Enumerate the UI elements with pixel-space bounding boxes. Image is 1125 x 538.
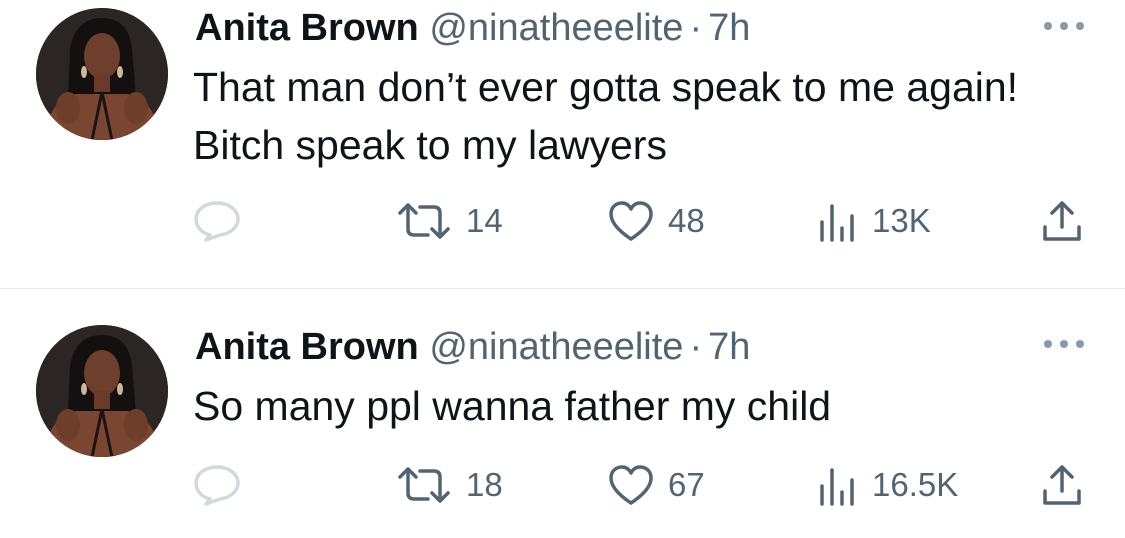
reply-button[interactable]: [192, 460, 242, 510]
tweet-actions: 18 67 16.5K: [0, 460, 1125, 510]
like-count: 48: [668, 202, 705, 239]
like-button[interactable]: 67: [608, 460, 705, 510]
views-count: 13K: [872, 202, 931, 239]
tweet-text: That man don’t ever gotta speak to me ag…: [193, 64, 1019, 168]
author-handle[interactable]: @ninatheeelite: [429, 326, 683, 368]
avatar[interactable]: [36, 8, 168, 140]
tweet-time[interactable]: 7h: [708, 7, 750, 49]
separator-dot: ·: [689, 326, 703, 368]
reply-icon: [194, 465, 240, 506]
avatar-photo: [36, 325, 168, 457]
author-handle[interactable]: @ninatheeelite: [429, 7, 683, 49]
retweet-count: 18: [466, 466, 503, 503]
retweet-button[interactable]: 14: [396, 196, 503, 246]
retweet-icon: [398, 203, 450, 239]
tweet-text: So many ppl wanna father my child: [193, 383, 832, 429]
retweet-count: 14: [466, 202, 503, 239]
like-count: 67: [668, 466, 705, 503]
views-button[interactable]: 13K: [818, 196, 931, 246]
views-count: 16.5K: [872, 466, 959, 503]
tweet-actions: 14 48 13K: [0, 196, 1125, 246]
views-icon: [820, 204, 854, 242]
tweet[interactable]: Anita Brown @ninatheeelite · 7h That man d…: [0, 0, 1125, 288]
share-button[interactable]: [1040, 196, 1084, 246]
tweet-header: Anita Brown @ninatheeelite · 7h: [195, 6, 750, 50]
retweet-button[interactable]: 18: [396, 460, 503, 510]
tweet[interactable]: Anita Brown @ninatheeelite · 7h So many pp…: [0, 289, 1125, 538]
retweet-icon: [398, 467, 450, 503]
more-options-button[interactable]: [1040, 334, 1088, 354]
share-icon: [1043, 201, 1081, 241]
share-icon: [1043, 465, 1081, 505]
reply-icon: [194, 201, 240, 242]
views-icon: [820, 468, 854, 506]
heart-icon: [609, 465, 653, 505]
share-button[interactable]: [1040, 460, 1084, 510]
more-options-icon: [1044, 340, 1084, 348]
avatar[interactable]: [36, 325, 168, 457]
reply-button[interactable]: [192, 196, 242, 246]
heart-icon: [609, 201, 653, 241]
views-button[interactable]: 16.5K: [818, 460, 958, 510]
tweet-header: Anita Brown @ninatheeelite · 7h: [195, 325, 750, 369]
author-name[interactable]: Anita Brown: [195, 7, 419, 49]
avatar-photo: [36, 8, 168, 140]
more-options-button[interactable]: [1040, 16, 1088, 36]
more-options-icon: [1044, 22, 1084, 30]
like-button[interactable]: 48: [608, 196, 705, 246]
separator-dot: ·: [689, 7, 703, 49]
author-name[interactable]: Anita Brown: [195, 326, 419, 368]
tweet-time[interactable]: 7h: [708, 326, 750, 368]
